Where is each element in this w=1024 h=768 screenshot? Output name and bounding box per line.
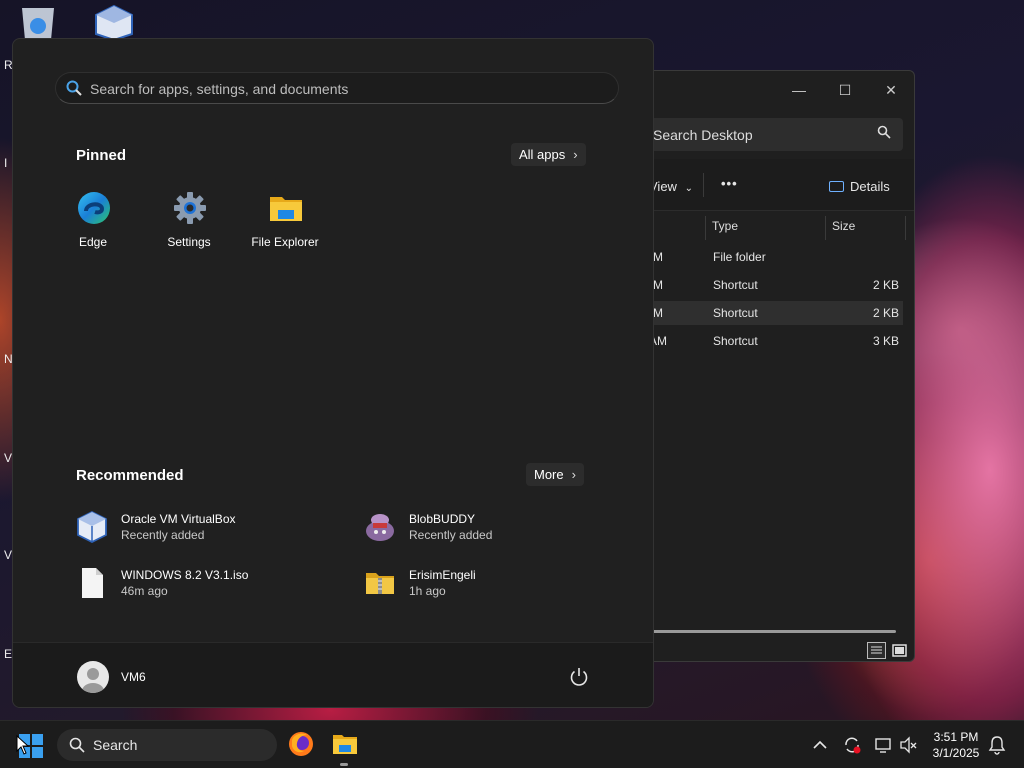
blobbuddy-icon: [364, 511, 396, 543]
chevron-down-icon: ⌄: [684, 183, 693, 194]
toolbar-divider: [703, 173, 704, 197]
start-menu-footer: VM6: [13, 642, 653, 707]
recommended-item-name: WINDOWS 8.2 V3.1.iso: [121, 568, 249, 582]
search-icon: [66, 80, 82, 101]
details-pane-icon: [829, 181, 844, 192]
desktop-label-fragment: V: [4, 548, 13, 562]
minimize-button[interactable]: —: [779, 75, 819, 105]
notification-bell-icon[interactable]: [985, 733, 1009, 757]
file-type: Shortcut: [713, 278, 758, 292]
running-indicator: [340, 763, 348, 766]
all-apps-button[interactable]: All apps ›: [511, 143, 586, 166]
clock-time: 3:51 PM: [933, 730, 979, 744]
clock-date: 3/1/2025: [932, 746, 980, 760]
pinned-app-settings[interactable]: Settings: [144, 191, 234, 261]
view-menu-button[interactable]: View ⌄: [649, 179, 693, 194]
chevron-right-icon: ›: [573, 147, 578, 162]
horizontal-scrollbar[interactable]: [641, 630, 896, 633]
user-avatar[interactable]: [77, 661, 109, 693]
mouse-cursor-icon: [16, 734, 30, 760]
edge-icon: [77, 191, 111, 225]
file-date-fragment: M: [653, 250, 663, 264]
folder-icon: [269, 191, 303, 225]
recommended-item-name: BlobBUDDY: [409, 512, 476, 526]
explorer-search-placeholder: Search Desktop: [653, 126, 753, 143]
details-view-icon[interactable]: [867, 642, 886, 659]
power-icon[interactable]: [567, 665, 591, 689]
explorer-search-box[interactable]: Search Desktop: [641, 118, 903, 151]
file-size: 2 KB: [872, 306, 899, 320]
start-search-box[interactable]: [55, 72, 619, 104]
pinned-app-edge[interactable]: Edge: [48, 191, 138, 261]
file-size: 3 KB: [872, 334, 899, 348]
pinned-app-file-explorer[interactable]: File Explorer: [240, 191, 330, 261]
pinned-app-label: Edge: [78, 235, 108, 249]
recommended-title: Recommended: [76, 467, 184, 484]
desktop-label-fragment: E: [4, 647, 13, 661]
recommended-item-time: Recently added: [409, 528, 493, 542]
recommended-item-time: Recently added: [121, 528, 205, 542]
desktop-label-fragment: V: [4, 451, 13, 465]
recommended-item-time: 1h ago: [409, 584, 446, 598]
search-icon: [69, 737, 85, 756]
pinned-app-label: File Explorer: [251, 235, 319, 249]
all-apps-label: All apps: [519, 147, 566, 162]
pinned-app-label: Settings: [167, 235, 211, 249]
settings-gear-icon: [173, 191, 207, 225]
chevron-right-icon: ›: [571, 467, 576, 482]
search-icon: [877, 125, 891, 142]
volume-muted-icon[interactable]: [897, 733, 921, 757]
recommended-item[interactable]: WINDOWS 8.2 V3.1.iso 46m ago: [76, 563, 346, 603]
start-menu: Pinned All apps › Edge: [12, 38, 654, 708]
user-name[interactable]: VM6: [121, 670, 146, 684]
file-date-fragment: M: [653, 278, 663, 292]
clock[interactable]: 3:51 PM 3/1/2025: [926, 729, 986, 761]
maximize-button[interactable]: ☐: [825, 75, 865, 105]
taskbar-search-box[interactable]: Search: [57, 729, 277, 761]
file-icon: [76, 567, 108, 599]
large-icons-view-icon[interactable]: [890, 642, 909, 659]
file-date-fragment: M: [653, 306, 663, 320]
recommended-item-name: ErisimEngeli: [409, 568, 476, 582]
zip-folder-icon: [364, 567, 396, 599]
recommended-item-time: 46m ago: [121, 584, 168, 598]
desktop-label-fragment: I: [4, 156, 8, 170]
virtualbox-icon: [76, 510, 108, 544]
more-options-button[interactable]: •••: [721, 176, 738, 191]
chevron-up-icon[interactable]: [808, 733, 832, 757]
file-type: File folder: [713, 250, 766, 264]
file-size: 2 KB: [872, 278, 899, 292]
pinned-title: Pinned: [76, 147, 127, 164]
column-header-type[interactable]: Type: [706, 216, 826, 240]
details-label: Details: [850, 179, 890, 194]
file-explorer-taskbar-icon[interactable]: [332, 731, 358, 757]
more-label: More: [534, 467, 564, 482]
sync-icon[interactable]: [840, 733, 864, 757]
file-type: Shortcut: [713, 306, 758, 320]
start-search-input[interactable]: [90, 79, 590, 99]
details-pane-button[interactable]: Details: [829, 179, 890, 194]
recommended-item[interactable]: ErisimEngeli 1h ago: [364, 563, 634, 603]
recommended-item-name: Oracle VM VirtualBox: [121, 512, 236, 526]
firefox-icon[interactable]: [288, 731, 314, 757]
file-type: Shortcut: [713, 334, 758, 348]
column-header-size[interactable]: Size: [826, 216, 906, 240]
more-button[interactable]: More ›: [526, 463, 584, 486]
recommended-item[interactable]: Oracle VM VirtualBox Recently added: [76, 507, 346, 547]
taskbar: Search 3:51 PM 3/1/2025: [0, 720, 1024, 768]
close-button[interactable]: ✕: [871, 75, 911, 105]
recommended-item[interactable]: BlobBUDDY Recently added: [364, 507, 634, 547]
network-icon[interactable]: [872, 733, 896, 757]
taskbar-search-label: Search: [93, 737, 138, 753]
